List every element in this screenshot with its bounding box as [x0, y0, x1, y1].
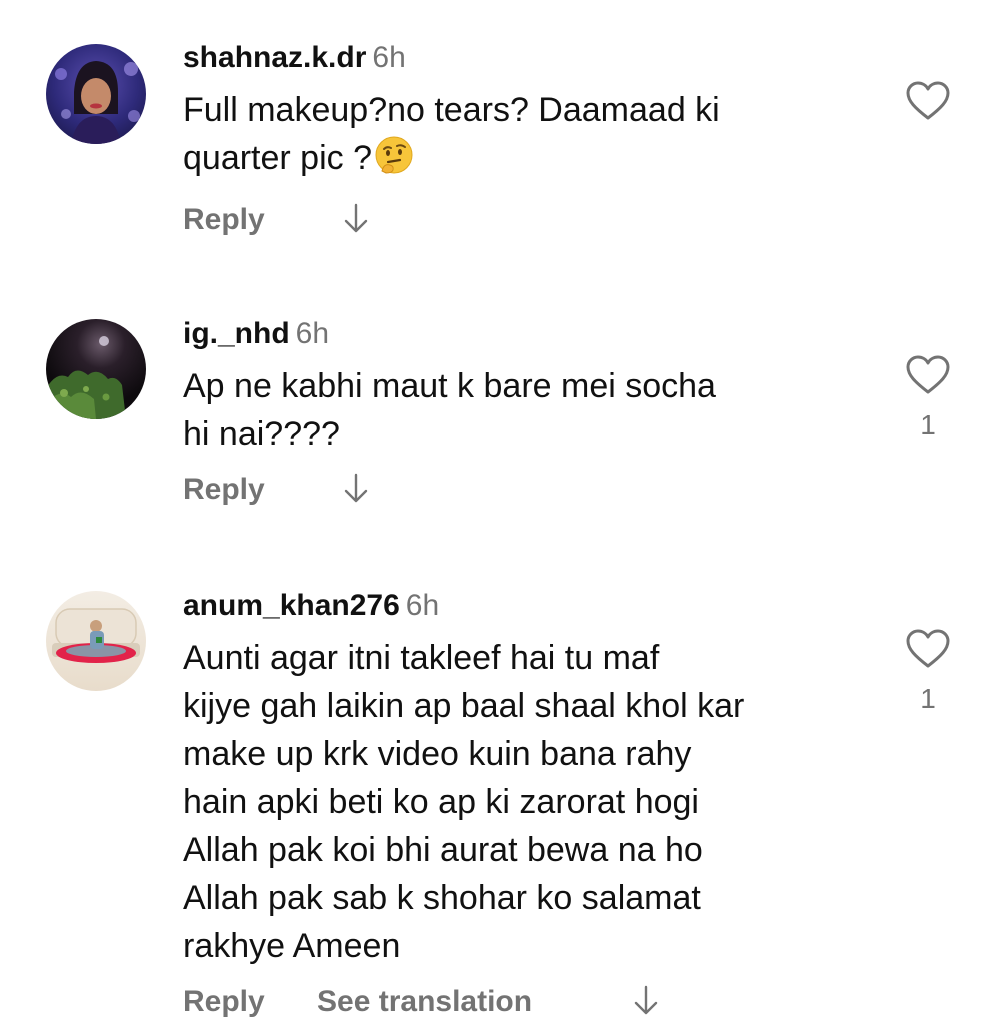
reply-button[interactable]: Reply [183, 470, 265, 510]
timestamp: 6h [372, 41, 406, 74]
comment-text-line: hi nai???? [183, 415, 340, 453]
comment-text-line: quarter pic ? [183, 139, 372, 177]
comment-body: shahnaz.k.dr 6h Full makeup?no tears? Daa… [183, 40, 873, 240]
comment-meta: anum_khan276 6h [183, 588, 873, 624]
comment-actions: Reply [183, 200, 873, 240]
arrow-down-icon[interactable] [341, 472, 371, 517]
comment-text-line: Allah pak sab k shohar ko salamat [183, 879, 701, 917]
comment-actions: Reply See translation [183, 982, 873, 1022]
comment-text: Full makeup?no tears? Daamaad ki quarter… [183, 86, 873, 188]
arrow-down-icon[interactable] [631, 984, 661, 1029]
timestamp: 6h [295, 317, 330, 350]
comment-actions: Reply [183, 470, 873, 510]
like-button[interactable] [903, 80, 953, 135]
arrow-down-icon[interactable] [341, 202, 371, 247]
comment-meta: shahnaz.k.dr 6h [183, 40, 873, 76]
like-button[interactable]: 1 [903, 354, 953, 441]
comment-text-line-with-emoji: quarter pic ? [183, 134, 873, 188]
comment-text-line: make up krk video kuin bana rahy [183, 735, 692, 773]
reply-button[interactable]: Reply [183, 200, 265, 240]
comment-text-line: rakhye Ameen [183, 927, 401, 965]
avatar[interactable] [46, 44, 146, 144]
like-count: 1 [920, 683, 936, 714]
comment-text-line: kijye gah laikin ap baal shaal khol kar [183, 687, 745, 725]
comment-text: Ap ne kabhi maut k bare mei socha hi nai… [183, 362, 873, 458]
comment-meta: ig._nhd 6h [183, 316, 873, 352]
heart-outline-icon[interactable] [905, 81, 951, 126]
timestamp: 6h [405, 589, 440, 622]
username[interactable]: ig._nhd [183, 317, 290, 350]
username[interactable]: anum_khan276 [183, 589, 400, 622]
comment-text-line: Ap ne kabhi maut k bare mei socha [183, 367, 716, 405]
comment-text-line: hain apki beti ko ap ki zarorat hogi [183, 783, 699, 821]
reply-button[interactable]: Reply [183, 982, 265, 1022]
avatar[interactable] [46, 591, 146, 691]
comment-text-line: Full makeup?no tears? Daamaad ki [183, 91, 720, 129]
comment-text: Aunti agar itni takleef hai tu maf kijye… [183, 634, 873, 970]
like-count: 1 [920, 409, 936, 440]
heart-outline-icon[interactable] [905, 629, 951, 674]
avatar[interactable] [46, 319, 146, 419]
like-button[interactable]: 1 [903, 628, 953, 715]
heart-outline-icon[interactable] [905, 355, 951, 400]
comment-text-line: Allah pak koi bhi aurat bewa na ho [183, 831, 703, 869]
comment-body: ig._nhd 6h Ap ne kabhi maut k bare mei so… [183, 316, 873, 510]
comment-body: anum_khan276 6h Aunti agar itni takleef h… [183, 588, 873, 1022]
comment-text-line: Aunti agar itni takleef hai tu maf [183, 639, 660, 677]
username[interactable]: shahnaz.k.dr [183, 41, 366, 74]
thinking-face-icon [374, 135, 414, 188]
see-translation-button[interactable]: See translation [317, 982, 532, 1022]
